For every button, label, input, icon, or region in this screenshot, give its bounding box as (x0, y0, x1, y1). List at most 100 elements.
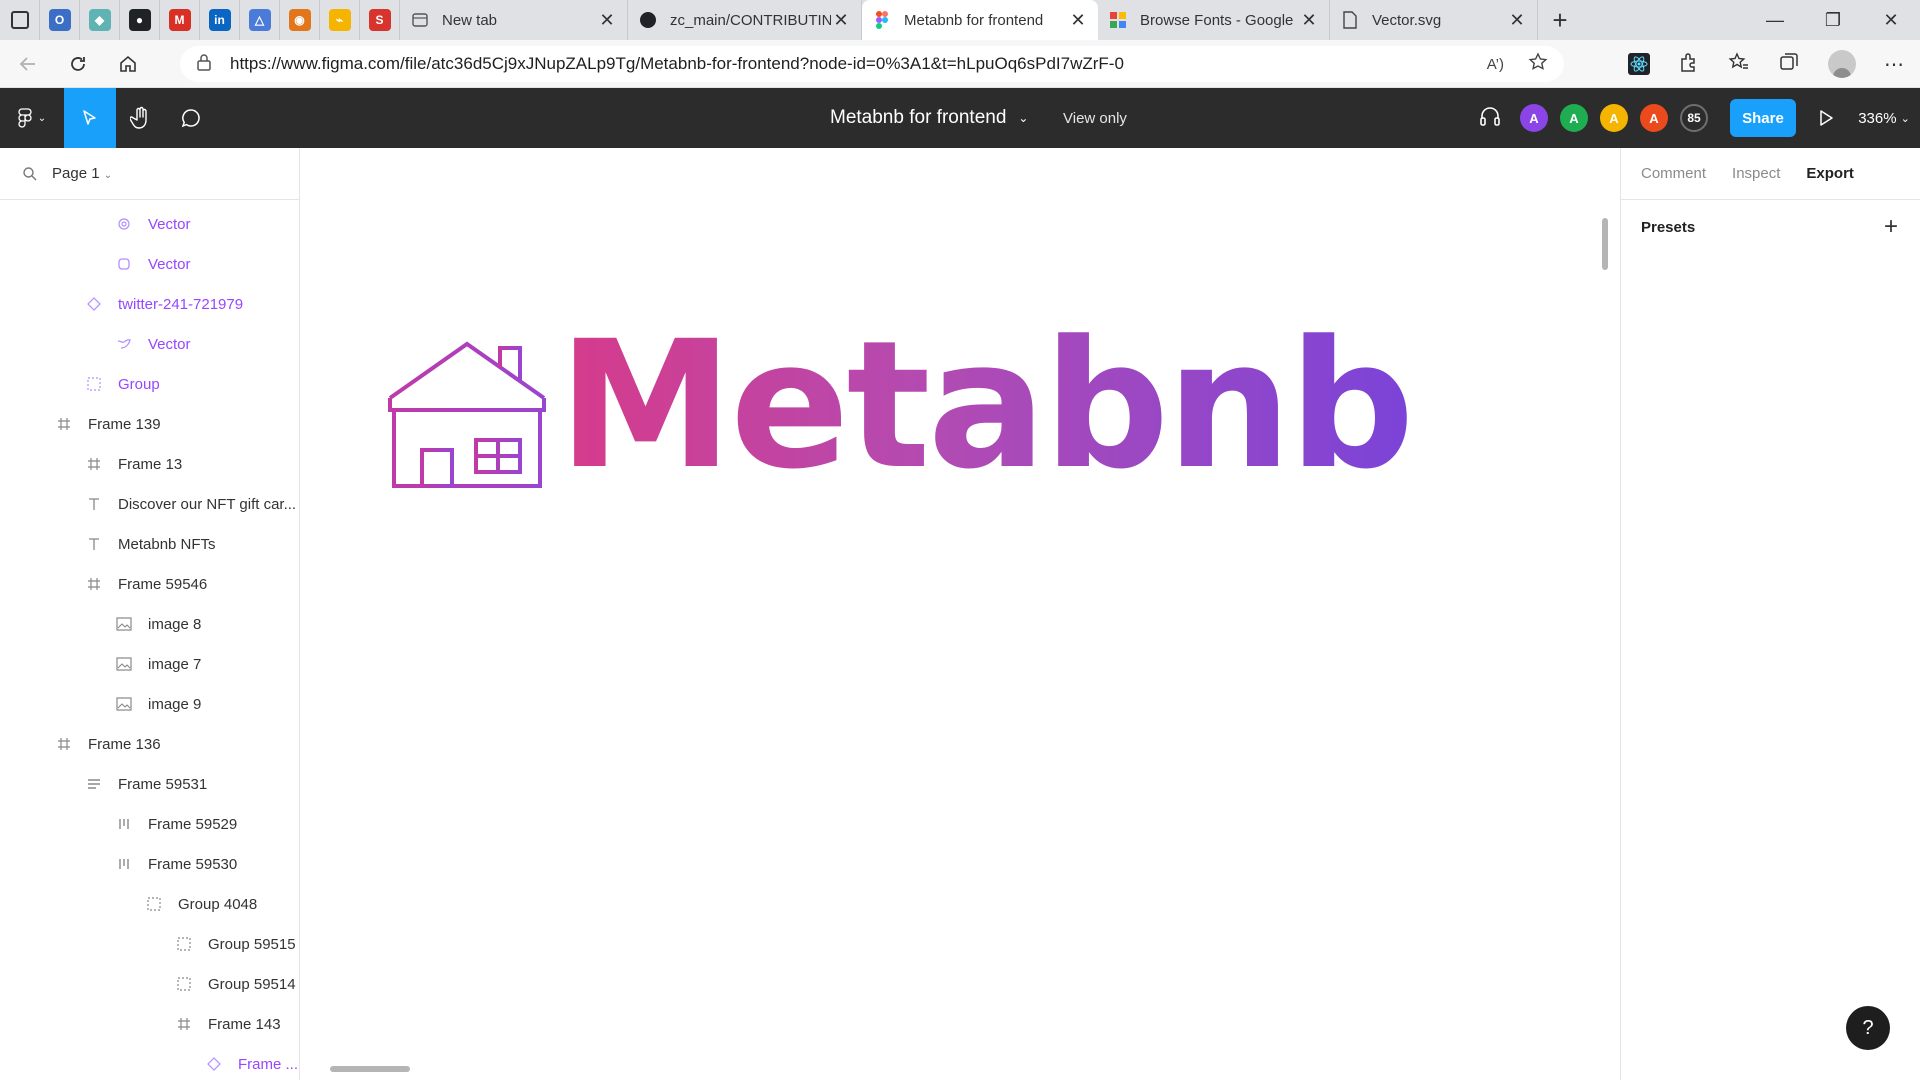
browser-tab[interactable]: zc_main/CONTRIBUTIN ✕ (628, 0, 862, 40)
browser-tab[interactable]: Metabnb for frontend ✕ (862, 0, 1098, 40)
add-favorite-icon[interactable] (1528, 51, 1548, 77)
layer-row[interactable]: twitter-241-721979 (0, 284, 299, 324)
refresh-icon[interactable] (56, 44, 100, 84)
layer-name: image 7 (148, 655, 202, 673)
presets-row: Presets + (1621, 200, 1920, 254)
search-icon[interactable] (22, 166, 38, 182)
viewer-count-badge[interactable]: 85 (1680, 104, 1708, 132)
zoom-dropdown[interactable]: 336% ⌄ (1856, 88, 1920, 148)
pinned-tab[interactable]: ◆ (80, 0, 120, 40)
audio-headphones-icon[interactable] (1478, 105, 1502, 132)
url-field[interactable]: https://www.figma.com/file/atc36d5Cj9xJN… (180, 46, 1564, 82)
linkedin-icon: in (208, 9, 231, 31)
help-button[interactable]: ? (1846, 1006, 1890, 1050)
layer-row[interactable]: Group 4048 (0, 884, 299, 924)
main-menu-button[interactable]: ⌄ (0, 88, 64, 148)
collections-icon[interactable] (1778, 51, 1800, 78)
extensions-icon[interactable] (1678, 51, 1700, 78)
layer-row[interactable]: image 9 (0, 684, 299, 724)
layer-row[interactable]: Group (0, 364, 299, 404)
present-button[interactable] (1796, 88, 1856, 148)
frame-icon (84, 574, 104, 594)
pinned-tab[interactable]: O (40, 0, 80, 40)
layer-row[interactable]: Frame 13 (0, 444, 299, 484)
horizontal-scrollbar[interactable] (330, 1066, 410, 1072)
layer-row[interactable]: image 8 (0, 604, 299, 644)
collaborator-avatar[interactable]: A (1640, 104, 1668, 132)
close-tab-icon[interactable]: ✕ (1299, 10, 1319, 31)
layer-row[interactable]: Frame 143 (0, 1004, 299, 1044)
image-icon (114, 614, 134, 634)
add-preset-icon[interactable]: + (1884, 213, 1898, 241)
layer-row[interactable]: Vector (0, 244, 299, 284)
collaborator-avatar[interactable]: A (1520, 104, 1548, 132)
pinned-tab[interactable]: △ (240, 0, 280, 40)
layer-row[interactable]: image 7 (0, 644, 299, 684)
browser-tab[interactable]: New tab ✕ (400, 0, 628, 40)
layer-row[interactable]: Group 59515 (0, 924, 299, 964)
layer-row[interactable]: Frame ... (0, 1044, 299, 1080)
pinned-tab[interactable]: ⌁ (320, 0, 360, 40)
collaborator-avatar[interactable]: A (1560, 104, 1588, 132)
share-button[interactable]: Share (1730, 99, 1796, 137)
browser-tab[interactable]: Browse Fonts - Google ✕ (1098, 0, 1330, 40)
file-title: Metabnb for frontend (830, 107, 1007, 128)
azure-icon: △ (248, 9, 271, 31)
layer-row[interactable]: Frame 139 (0, 404, 299, 444)
close-tab-icon[interactable]: ✕ (1507, 10, 1527, 31)
newtab-icon (410, 10, 430, 30)
frame-icon (54, 414, 74, 434)
move-tool-button[interactable] (64, 88, 116, 148)
close-tab-icon[interactable]: ✕ (831, 10, 851, 31)
design-canvas[interactable]: Metabnb (300, 148, 1620, 1080)
pinned-tab[interactable] (0, 0, 40, 40)
close-tab-icon[interactable]: ✕ (1068, 10, 1088, 31)
layer-name: Frame 59531 (118, 775, 208, 793)
layer-row[interactable]: Vector (0, 324, 299, 364)
vertical-scrollbar[interactable] (1602, 218, 1608, 270)
layer-row[interactable]: Frame 59531 (0, 764, 299, 804)
layer-row[interactable]: Group 59514 (0, 964, 299, 1004)
layer-row[interactable]: Frame 59529 (0, 804, 299, 844)
text-icon (84, 494, 104, 514)
layer-row[interactable]: Frame 59530 (0, 844, 299, 884)
read-aloud-icon[interactable]: A’) (1487, 56, 1504, 73)
more-options-icon[interactable]: ⋯ (1884, 52, 1904, 77)
profile-avatar[interactable] (1828, 50, 1856, 78)
hand-tool-button[interactable] (116, 88, 166, 148)
browser-tab[interactable]: Vector.svg ✕ (1330, 0, 1538, 40)
collaborator-avatar[interactable]: A (1600, 104, 1628, 132)
layer-row[interactable]: Frame 136 (0, 724, 299, 764)
restore-icon[interactable]: ❐ (1804, 0, 1862, 40)
page-name[interactable]: Page 1 ⌄ (52, 165, 112, 182)
pinned-tab[interactable]: S (360, 0, 400, 40)
close-window-icon[interactable]: ✕ (1862, 0, 1920, 40)
new-tab-button[interactable]: + (1538, 0, 1582, 40)
react-devtools-icon[interactable] (1628, 53, 1650, 75)
page-selector[interactable]: Page 1 ⌄ (0, 148, 299, 200)
comment-tool-button[interactable] (166, 88, 216, 148)
browser-tab-strip: O ◆ ● Min △ ◉ ⌁ S New tab ✕ zc_main/CONTRIBUTIN ✕ M… (0, 0, 1920, 40)
url-text[interactable]: https://www.figma.com/file/atc36d5Cj9xJN… (230, 54, 1487, 74)
pinned-tab[interactable]: in (200, 0, 240, 40)
tab-inspect[interactable]: Inspect (1732, 165, 1780, 182)
minimize-icon[interactable]: — (1746, 0, 1804, 40)
pinned-tab[interactable]: M (160, 0, 200, 40)
tab-comment[interactable]: Comment (1641, 165, 1706, 182)
play-icon (1820, 110, 1833, 126)
tab-actions-icon (10, 11, 29, 29)
back-icon[interactable] (6, 44, 50, 84)
layer-row[interactable]: Discover our NFT gift car... (0, 484, 299, 524)
pinned-tab[interactable]: ◉ (280, 0, 320, 40)
home-icon[interactable] (106, 44, 150, 84)
lock-icon[interactable] (196, 53, 212, 76)
file-title-button[interactable]: Metabnb for frontend ⌄ (830, 88, 1028, 148)
pinned-tab[interactable]: ● (120, 0, 160, 40)
layer-row[interactable]: Metabnb NFTs (0, 524, 299, 564)
metamask-icon: ◉ (288, 9, 311, 31)
tab-export[interactable]: Export (1806, 165, 1854, 182)
layer-row[interactable]: Frame 59546 (0, 564, 299, 604)
favorites-icon[interactable] (1728, 51, 1750, 78)
layer-row[interactable]: Vector (0, 204, 299, 244)
close-tab-icon[interactable]: ✕ (597, 10, 617, 31)
